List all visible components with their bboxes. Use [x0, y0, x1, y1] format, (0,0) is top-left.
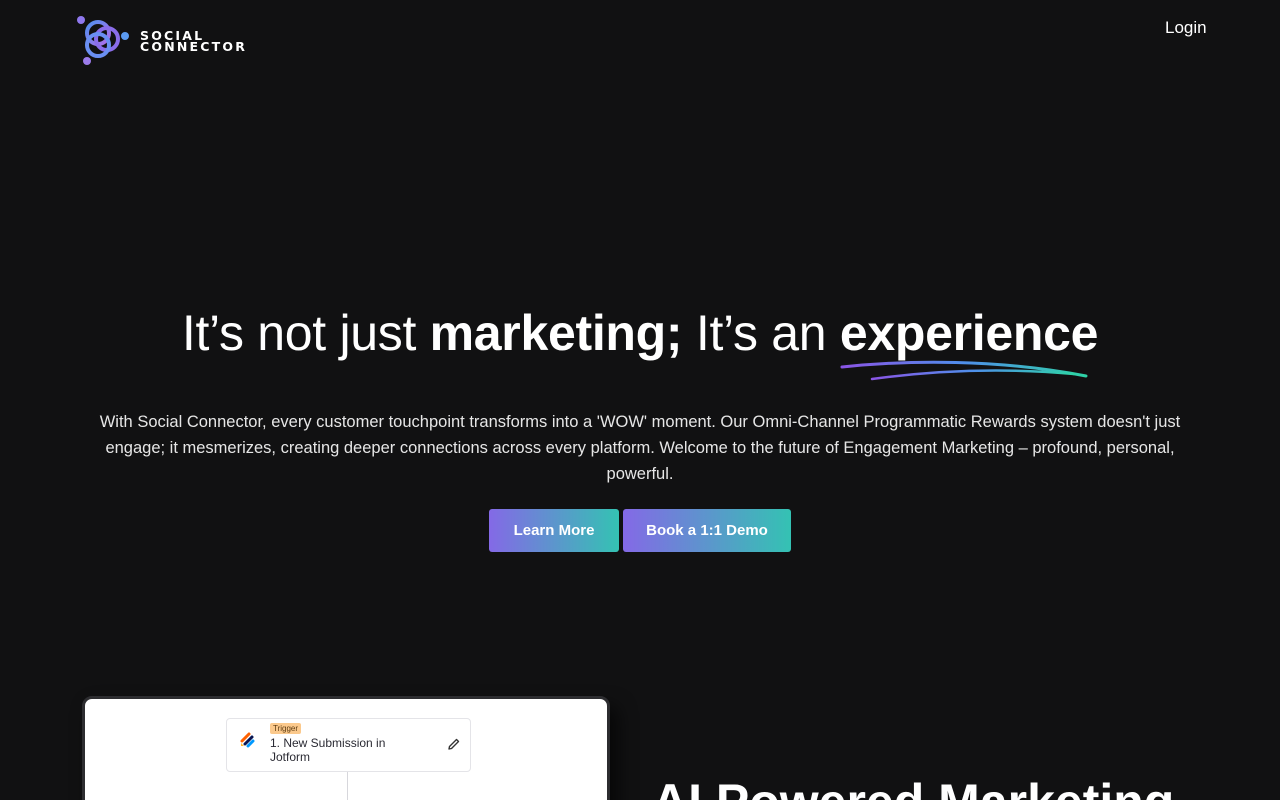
workflow-preview-card: Trigger 1. New Submission in Jotform — [82, 696, 610, 800]
brand-line-2: CONNECTOR — [140, 39, 248, 54]
trigger-step[interactable]: Trigger 1. New Submission in Jotform — [226, 718, 471, 772]
section-title: AI Powered Marketing — [652, 772, 1174, 800]
login-link[interactable]: Login — [1165, 18, 1207, 38]
jotform-icon — [240, 732, 255, 748]
landing-page: SOCIAL CONNECTOR Login It’s not just mar… — [0, 0, 1280, 800]
hero-title-part-1: It’s not just — [181, 305, 430, 361]
brand-wordmark: SOCIAL CONNECTOR — [140, 29, 248, 54]
hero-title-part-2: It’s an — [682, 305, 840, 361]
hero-title: It’s not just marketing; It’s an experie… — [0, 303, 1280, 363]
learn-more-button[interactable]: Learn More — [489, 509, 619, 552]
hero-title-bold-2: experience — [839, 305, 1099, 361]
hero-title-bold-1: marketing; — [429, 305, 683, 361]
trigger-badge: Trigger — [270, 723, 302, 734]
trigger-title: 1. New Submission in Jotform — [270, 736, 386, 764]
book-demo-button[interactable]: Book a 1:1 Demo — [623, 509, 791, 552]
interlocking-rings-logo-icon — [77, 16, 129, 65]
cta-buttons: Learn More Book a 1:1 Demo — [489, 509, 791, 552]
hero-description: With Social Connector, every customer to… — [99, 413, 1181, 483]
brand-logo[interactable]: SOCIAL CONNECTOR — [76, 15, 247, 67]
pencil-icon[interactable] — [447, 737, 461, 751]
workflow-connector — [347, 772, 348, 800]
underline-swoosh-icon — [840, 360, 1088, 381]
